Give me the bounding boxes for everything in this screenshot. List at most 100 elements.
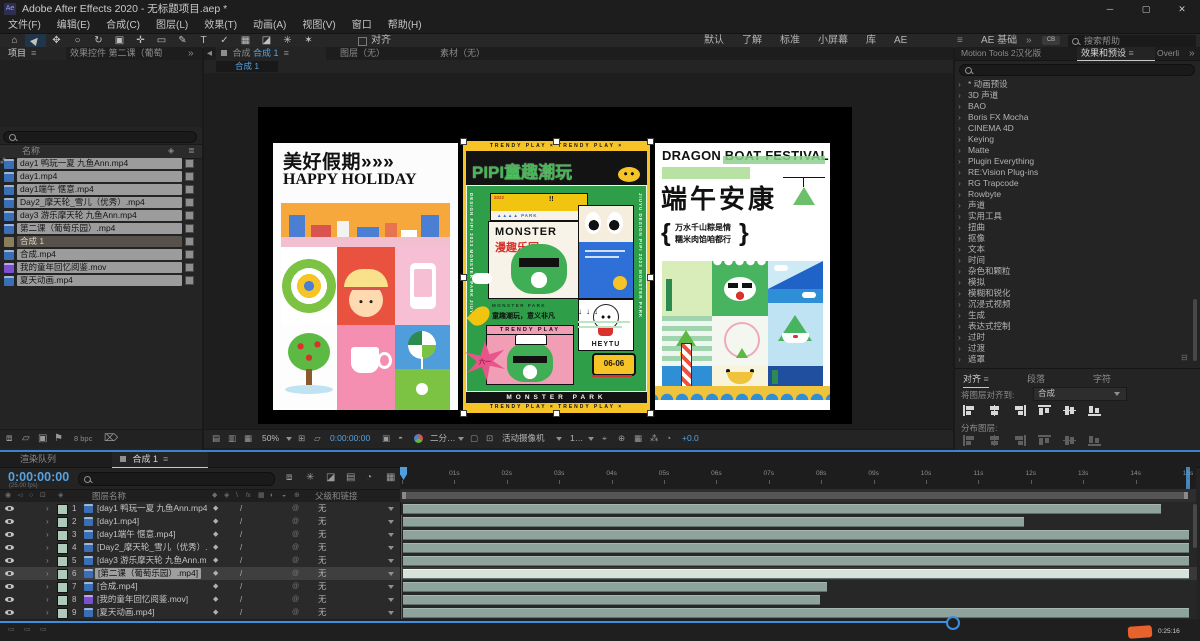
effects-category[interactable]: › 遮罩: [955, 354, 1193, 365]
expand-render-icon[interactable]: ▭: [24, 625, 31, 633]
selection-handle[interactable]: [553, 410, 560, 417]
align-top-button[interactable]: [1038, 405, 1051, 416]
timeline-layer-row[interactable]: › 4 [Day2_摩天轮_雪儿（优秀）.mp4] ◆ / @ 无: [0, 541, 400, 555]
expand-in-out-icon[interactable]: ▭: [8, 625, 15, 633]
frame-blend-switch-icon[interactable]: /: [240, 541, 242, 554]
label-color-box[interactable]: [185, 250, 194, 259]
tab-paragraph[interactable]: 段落: [1027, 372, 1045, 385]
snap-checkbox[interactable]: [358, 37, 367, 46]
twirl-icon[interactable]: ›: [955, 288, 968, 299]
workspace-item[interactable]: 了解: [733, 34, 771, 48]
progress-handle[interactable]: [946, 616, 960, 630]
label-color-box[interactable]: [185, 263, 194, 272]
twirl-icon[interactable]: ›: [955, 134, 968, 145]
camera-tool-icon[interactable]: ▣: [109, 34, 130, 48]
poster-dragon-boat[interactable]: DRAGON BOAT FESTIVAL 端午安康 { 万水千山粽是情 糯米肉馅…: [655, 143, 830, 410]
parent-select-value[interactable]: 无: [318, 515, 327, 528]
eye-icon[interactable]: [5, 571, 14, 576]
selection-handle[interactable]: [647, 138, 654, 145]
workspace-ae-basics[interactable]: AE 基础: [972, 34, 1026, 48]
twirl-icon[interactable]: ›: [46, 606, 49, 619]
layer-duration-bar[interactable]: [403, 582, 827, 592]
comp-mini-tab[interactable]: 合成 1: [216, 61, 278, 72]
timeline-layer-row[interactable]: › 1 [day1 鸭玩一夏 九鱼Ann.mp4] ◆ / @ 无: [0, 502, 400, 516]
mb-header-icon[interactable]: ▦: [258, 490, 265, 502]
timeline-layer-row[interactable]: › 6 [第二课（葡萄乐园）.mp4] ◆ / @ 无: [0, 567, 400, 581]
tab-align[interactable]: 对齐 ≡: [963, 372, 989, 388]
twirl-icon[interactable]: ›: [955, 79, 968, 90]
twirl-icon[interactable]: ›: [955, 123, 968, 134]
eye-icon[interactable]: [5, 610, 14, 615]
selection-handle[interactable]: [553, 138, 560, 145]
effects-category[interactable]: › 过渡: [955, 343, 1193, 354]
timeline-layer-row[interactable]: › 8 [我的童年回忆阅鉴.mov] ◆ / @ 无: [0, 593, 400, 607]
timeline-current-time[interactable]: 0:00:00:00: [8, 470, 69, 484]
fb-header-icon[interactable]: \: [236, 490, 238, 502]
close-button[interactable]: ✕: [1164, 0, 1200, 18]
graph-editor-icon[interactable]: ▦: [386, 472, 395, 483]
layer-name-header[interactable]: 图层名称: [92, 490, 126, 502]
flowchart-icon[interactable]: ⁂: [650, 430, 659, 447]
parent-select-value[interactable]: 无: [318, 606, 327, 619]
quality-switch-icon[interactable]: ◆: [213, 528, 218, 541]
eye-icon[interactable]: [5, 532, 14, 537]
layer-color-swatch[interactable]: [57, 504, 68, 515]
poster-pipi-trendy-play[interactable]: TRENDY PLAY × TRENDY PLAY × PIPI童趣潮玩 DES…: [463, 141, 650, 413]
primary-viewer-icon[interactable]: ▥: [228, 430, 236, 447]
project-item-row[interactable]: 我的童年回忆阅鉴.mov: [0, 261, 202, 274]
fx-header-icon[interactable]: fx: [246, 490, 251, 502]
twirl-icon[interactable]: ›: [955, 222, 968, 233]
eye-icon[interactable]: [5, 519, 14, 524]
effects-category[interactable]: › 声道: [955, 200, 1193, 211]
column-name[interactable]: 名称: [22, 145, 40, 157]
audio-column-icon[interactable]: ◅: [17, 490, 22, 502]
tab-project[interactable]: 项目 ≡: [0, 47, 66, 60]
video-progress-bar[interactable]: [0, 621, 953, 623]
twirl-icon[interactable]: ›: [955, 255, 968, 266]
mini-flowchart-icon[interactable]: ⧈: [286, 472, 292, 483]
menu-item[interactable]: 文件(F): [0, 18, 49, 33]
layer-color-swatch[interactable]: [57, 569, 68, 580]
quality-switch-icon[interactable]: ◆: [213, 502, 218, 515]
quality-switch-icon[interactable]: ◆: [213, 606, 218, 619]
parent-pickwhip-icon[interactable]: @: [292, 593, 299, 606]
effects-category[interactable]: › 模糊和锐化: [955, 288, 1193, 299]
label-color-box[interactable]: [185, 172, 194, 181]
parent-pickwhip-icon[interactable]: @: [292, 515, 299, 528]
effects-category[interactable]: › 文本: [955, 244, 1193, 255]
layer-color-swatch[interactable]: [57, 582, 68, 593]
menu-item[interactable]: 帮助(H): [380, 18, 430, 33]
effects-category[interactable]: › CINEMA 4D: [955, 123, 1193, 134]
parent-pickwhip-icon[interactable]: @: [292, 554, 299, 567]
twirl-icon[interactable]: ›: [955, 200, 968, 211]
layer-duration-row[interactable]: [401, 567, 1197, 581]
layer-duration-bar[interactable]: [403, 504, 1161, 514]
layer-duration-bar[interactable]: [403, 569, 1189, 579]
maximize-button[interactable]: ▢: [1128, 0, 1164, 18]
twirl-icon[interactable]: ›: [46, 541, 49, 554]
quality-switch-icon[interactable]: ◆: [213, 567, 218, 580]
align-to-select[interactable]: 合成: [1033, 387, 1127, 401]
exposure-icon[interactable]: ◔: [666, 430, 671, 447]
workspace-menu-icon[interactable]: ≡: [957, 34, 963, 48]
layer-color-swatch[interactable]: [57, 608, 68, 619]
twirl-icon[interactable]: ›: [955, 211, 968, 222]
magnification-icon[interactable]: ▦: [244, 430, 252, 447]
label-color-box[interactable]: [185, 198, 194, 207]
label-color-box[interactable]: [185, 185, 194, 194]
tab-layer[interactable]: 图层（无）: [340, 47, 385, 60]
interpret-footage-icon[interactable]: ⧈: [6, 430, 12, 447]
twirl-icon[interactable]: ›: [955, 332, 968, 343]
current-time[interactable]: 0:00:00:00: [330, 430, 370, 447]
eye-icon[interactable]: [5, 545, 14, 550]
frame-blend-switch-icon[interactable]: /: [240, 606, 242, 619]
fast-previews-icon[interactable]: ⊕: [618, 430, 625, 447]
effects-category[interactable]: › Matte: [955, 145, 1193, 156]
selection-handle[interactable]: [647, 410, 654, 417]
3d-header-icon[interactable]: ◒: [282, 490, 286, 502]
twirl-icon[interactable]: ›: [955, 90, 968, 101]
roto-brush-tool-icon[interactable]: ✳: [277, 34, 298, 48]
twirl-icon[interactable]: ›: [955, 101, 968, 112]
eye-icon[interactable]: [5, 584, 14, 589]
adjust-header-icon[interactable]: ◐: [270, 490, 274, 502]
